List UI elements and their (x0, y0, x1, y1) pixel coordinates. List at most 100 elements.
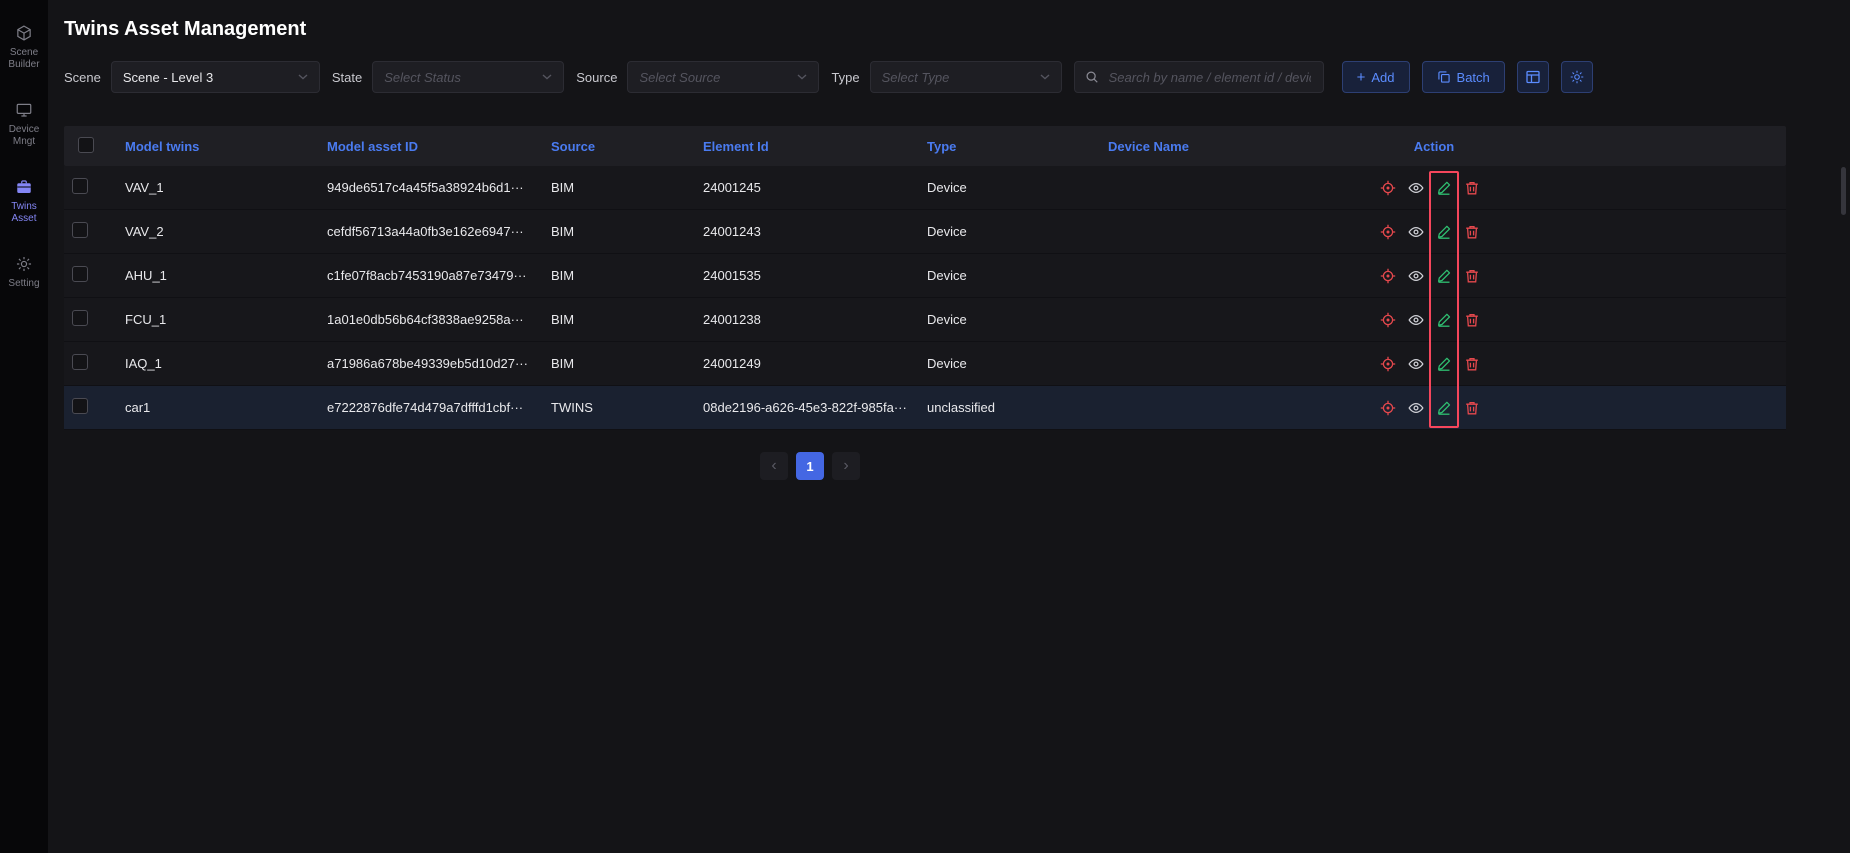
delete-icon[interactable] (1464, 180, 1480, 196)
view-icon[interactable] (1408, 312, 1424, 328)
view-icon[interactable] (1408, 356, 1424, 372)
delete-icon[interactable] (1464, 356, 1480, 372)
gear-icon (1569, 69, 1585, 85)
state-select-placeholder: Select Status (384, 70, 461, 85)
edit-icon[interactable] (1436, 180, 1452, 196)
gear-icon (15, 255, 33, 273)
cell-actions (1372, 400, 1556, 416)
cell-model-asset-id: 1a01e0db56b64cf3838ae9258a··· (319, 312, 543, 327)
scene-select[interactable]: Scene - Level 3 (111, 61, 320, 93)
edit-icon[interactable] (1436, 400, 1452, 416)
chevron-down-icon (797, 74, 807, 80)
locate-icon[interactable] (1380, 400, 1396, 416)
cell-model-twins: AHU_1 (117, 268, 319, 283)
cell-element-id: 24001535 (695, 268, 919, 283)
cell-element-id: 24001245 (695, 180, 919, 195)
page-1-button[interactable]: 1 (796, 452, 824, 480)
view-icon[interactable] (1408, 268, 1424, 284)
edit-icon[interactable] (1436, 356, 1452, 372)
sidebar-item-label: Twins Asset (0, 201, 48, 225)
locate-icon[interactable] (1380, 356, 1396, 372)
table-row: car1 e7222876dfe74d479a7dfffd1cbf··· TWI… (64, 386, 1786, 430)
cell-model-asset-id: cefdf56713a44a0fb3e162e6947··· (319, 224, 543, 239)
search-box (1074, 61, 1324, 93)
row-checkbox[interactable] (72, 398, 88, 414)
source-select[interactable]: Select Source (627, 61, 819, 93)
sidebar-item-twins-asset[interactable]: Twins Asset (0, 178, 48, 225)
app-root: Scene Builder Device Mngt Twins Asset Se… (0, 0, 1850, 853)
edit-icon[interactable] (1436, 224, 1452, 240)
locate-icon[interactable] (1380, 268, 1396, 284)
delete-icon[interactable] (1464, 268, 1480, 284)
table-row: FCU_1 1a01e0db56b64cf3838ae9258a··· BIM … (64, 298, 1786, 342)
chevron-down-icon (298, 74, 308, 80)
locate-icon[interactable] (1380, 312, 1396, 328)
col-header-type: Type (919, 139, 1100, 154)
scene-filter: Scene Scene - Level 3 (64, 61, 320, 93)
source-filter: Source Select Source (576, 61, 819, 93)
col-header-source: Source (543, 139, 695, 154)
locate-icon[interactable] (1380, 224, 1396, 240)
row-checkbox[interactable] (72, 178, 88, 194)
copy-icon (1437, 70, 1451, 84)
cube-icon (15, 24, 33, 42)
cell-element-id: 24001238 (695, 312, 919, 327)
row-checkbox[interactable] (72, 222, 88, 238)
cell-element-id: 08de2196-a626-45e3-822f-985fa··· (695, 400, 919, 415)
state-select[interactable]: Select Status (372, 61, 564, 93)
cell-actions (1372, 356, 1556, 372)
add-button[interactable]: + Add (1342, 61, 1410, 93)
cell-model-asset-id: e7222876dfe74d479a7dfffd1cbf··· (319, 400, 543, 415)
state-filter: State Select Status (332, 61, 564, 93)
row-checkbox[interactable] (72, 354, 88, 370)
cell-source: BIM (543, 268, 695, 283)
main-content: Twins Asset Management Scene Scene - Lev… (48, 0, 1850, 853)
view-icon[interactable] (1408, 224, 1424, 240)
table-layout-icon (1525, 69, 1541, 85)
state-filter-label: State (332, 70, 362, 85)
chevron-down-icon (542, 74, 552, 80)
settings-button[interactable] (1561, 61, 1593, 93)
cell-model-twins: VAV_2 (117, 224, 319, 239)
col-header-element-id: Element Id (695, 139, 919, 154)
edit-icon[interactable] (1436, 312, 1452, 328)
sidebar-item-scene-builder[interactable]: Scene Builder (0, 24, 48, 71)
monitor-icon (15, 101, 33, 119)
table-layout-button[interactable] (1517, 61, 1549, 93)
cell-actions (1372, 224, 1556, 240)
delete-icon[interactable] (1464, 400, 1480, 416)
select-all-checkbox[interactable] (78, 137, 94, 153)
cell-element-id: 24001249 (695, 356, 919, 371)
row-checkbox[interactable] (72, 310, 88, 326)
type-filter-label: Type (831, 70, 859, 85)
sidebar-item-device-mngt[interactable]: Device Mngt (0, 101, 48, 148)
cell-type: unclassified (919, 400, 1100, 415)
row-checkbox[interactable] (72, 266, 88, 282)
edit-icon[interactable] (1436, 268, 1452, 284)
view-icon[interactable] (1408, 180, 1424, 196)
add-button-label: Add (1371, 70, 1394, 85)
cell-source: BIM (543, 356, 695, 371)
cell-model-twins: car1 (117, 400, 319, 415)
plus-icon: + (1357, 70, 1366, 85)
next-page-button[interactable]: › (832, 452, 860, 480)
locate-icon[interactable] (1380, 180, 1396, 196)
type-select[interactable]: Select Type (870, 61, 1062, 93)
batch-button[interactable]: Batch (1422, 61, 1505, 93)
type-select-placeholder: Select Type (882, 70, 950, 85)
batch-button-label: Batch (1457, 70, 1490, 85)
col-header-action: Action (1372, 139, 1496, 154)
delete-icon[interactable] (1464, 224, 1480, 240)
delete-icon[interactable] (1464, 312, 1480, 328)
prev-page-button[interactable]: ‹ (760, 452, 788, 480)
source-filter-label: Source (576, 70, 617, 85)
page-title: Twins Asset Management (64, 0, 1834, 42)
scrollbar-thumb[interactable] (1841, 167, 1846, 215)
view-icon[interactable] (1408, 400, 1424, 416)
cell-type: Device (919, 268, 1100, 283)
search-input[interactable] (1107, 69, 1313, 86)
col-header-model-asset-id: Model asset ID (319, 139, 543, 154)
table-header-row: Model twins Model asset ID Source Elemen… (64, 126, 1786, 166)
cell-model-asset-id: 949de6517c4a45f5a38924b6d1··· (319, 180, 543, 195)
sidebar-item-setting[interactable]: Setting (0, 255, 48, 290)
